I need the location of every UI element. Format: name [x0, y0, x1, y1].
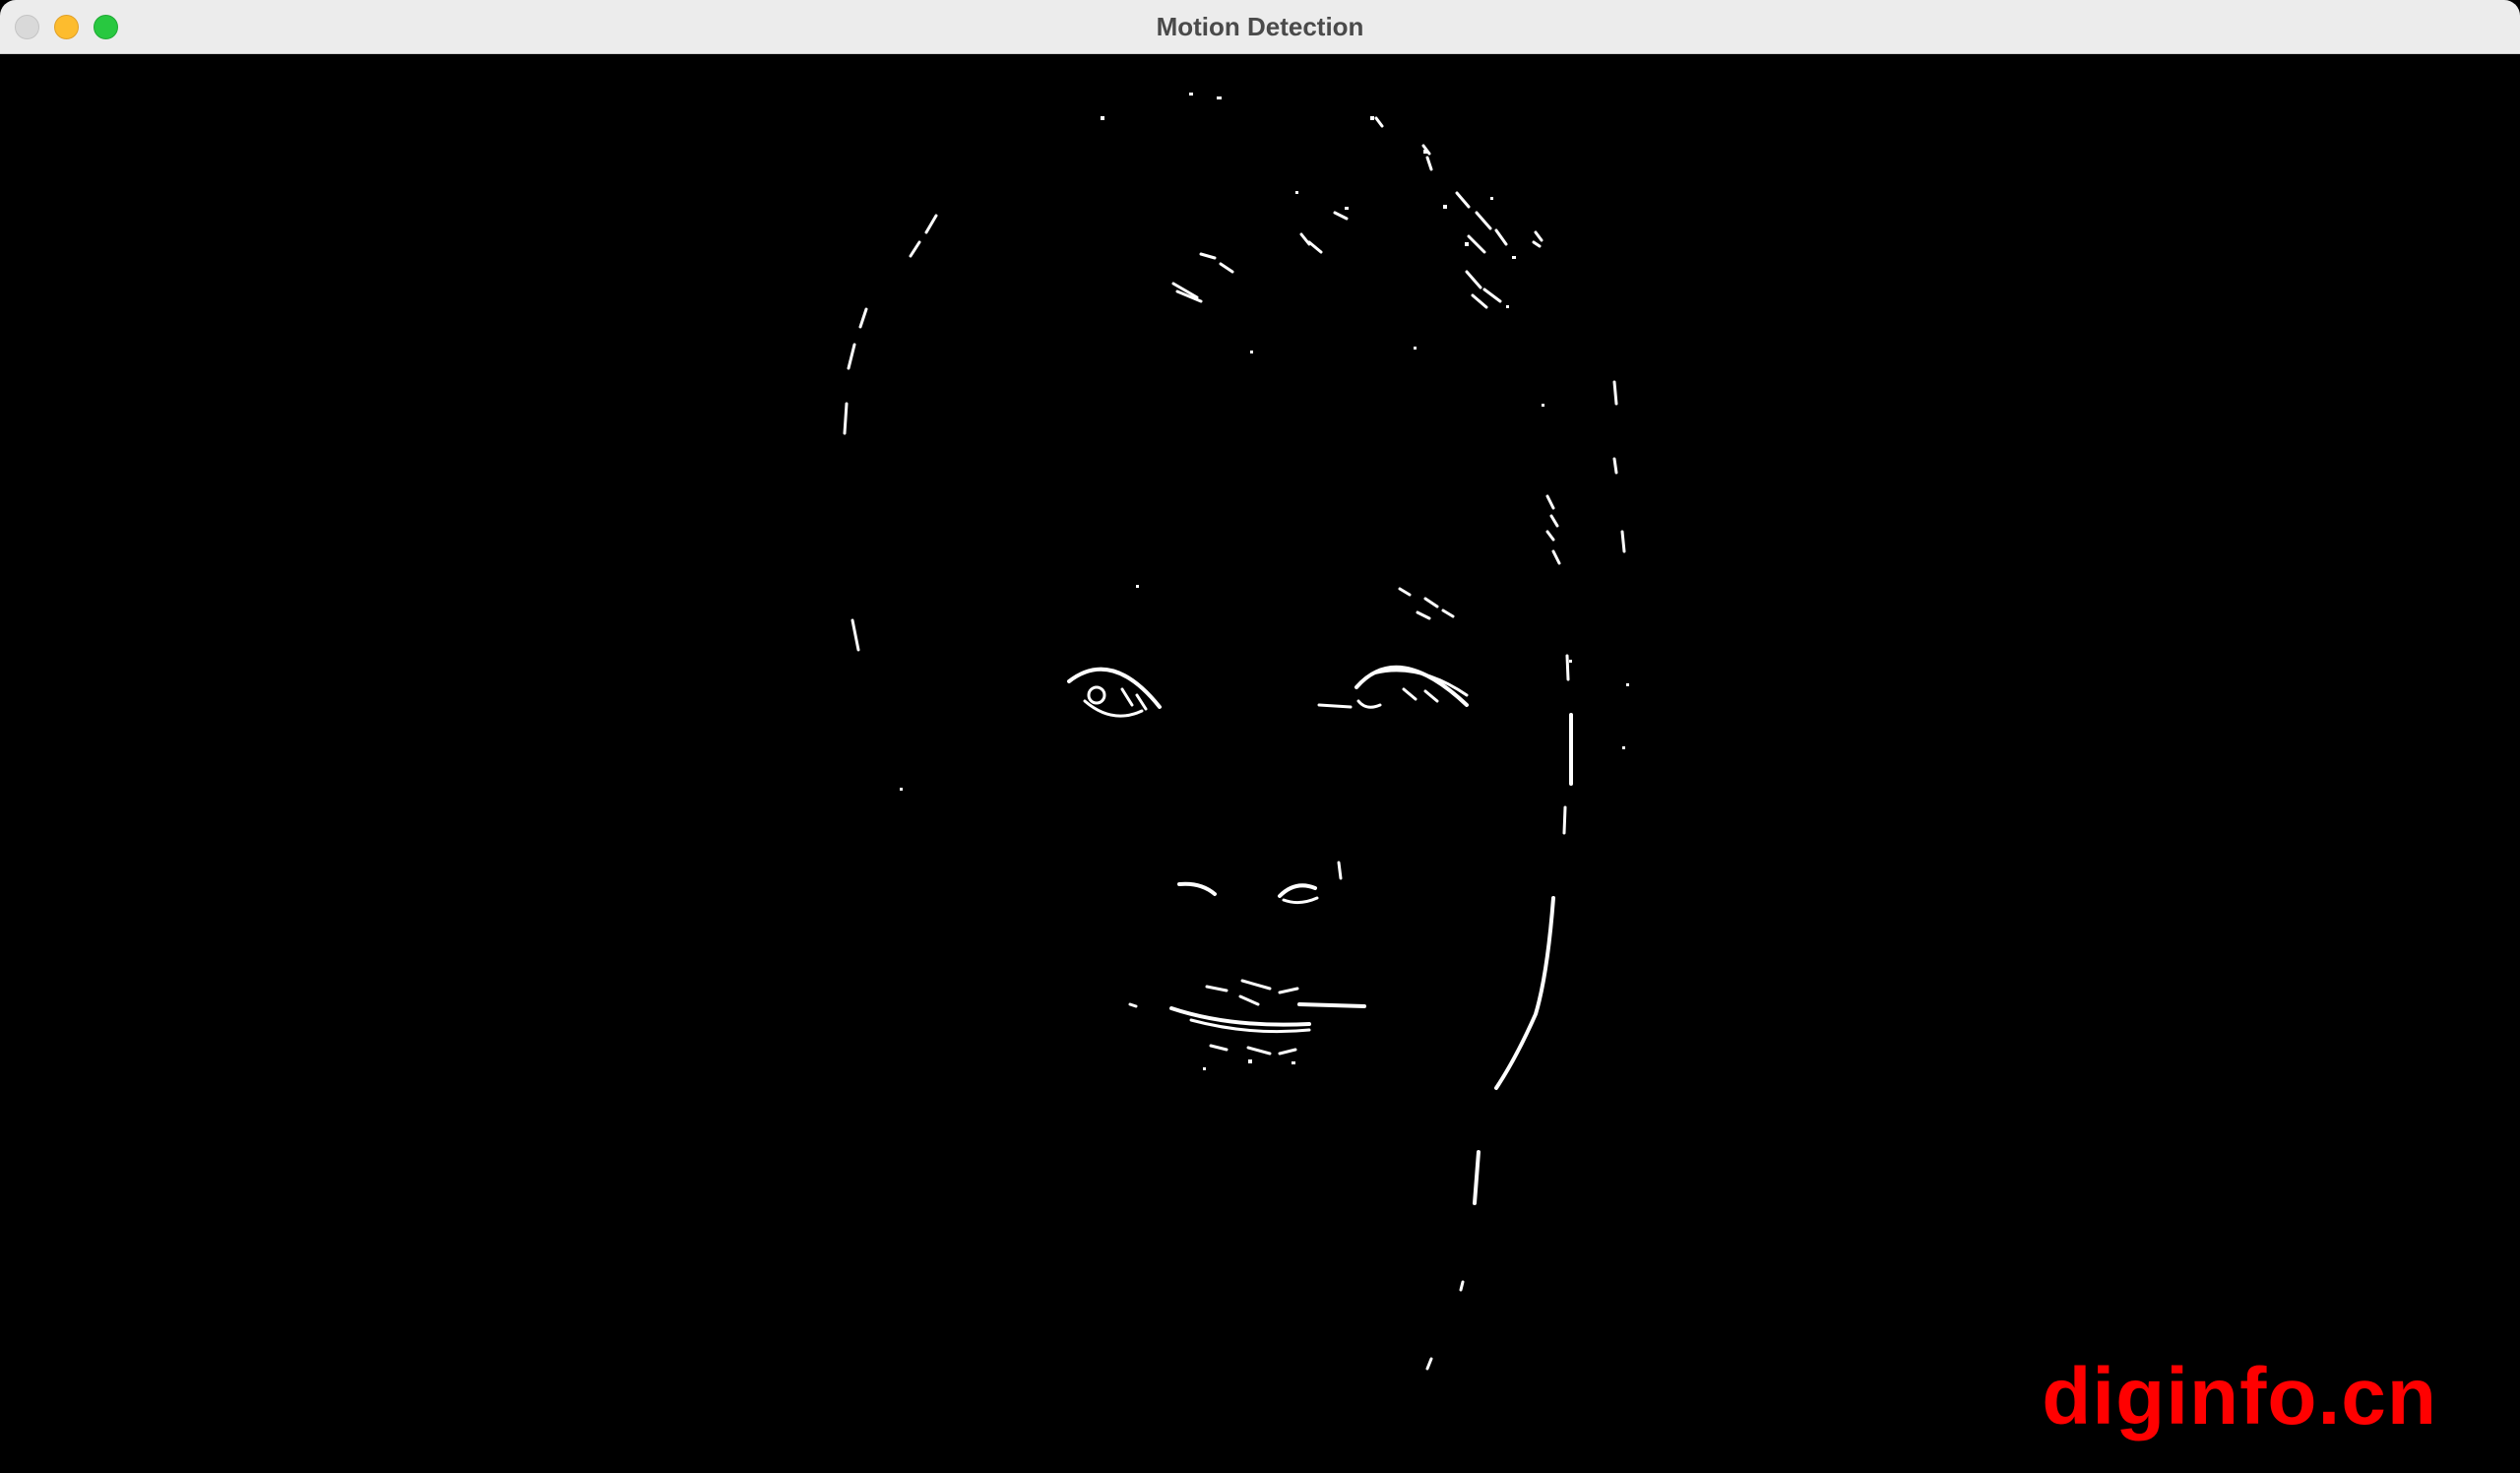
edge-dot	[1569, 660, 1572, 663]
edge-dot	[1295, 191, 1298, 194]
edge-dot	[1622, 746, 1625, 749]
edge-dot	[1345, 207, 1349, 210]
edge-stroke	[1425, 156, 1433, 171]
edge-dot	[1248, 1059, 1252, 1063]
edge-dot	[1203, 1067, 1206, 1070]
edge-dot	[1626, 683, 1629, 686]
edge-stroke	[1169, 1006, 1311, 1027]
motion-detection-frame: diginfo.cn	[0, 54, 2520, 1473]
edge-stroke	[1278, 987, 1299, 994]
edge-dot	[1414, 347, 1417, 350]
edge-stroke	[847, 343, 856, 370]
edge-stroke	[1128, 1002, 1138, 1008]
edge-stroke	[1545, 494, 1555, 510]
edge-stroke	[843, 402, 849, 435]
edge-dot	[1101, 116, 1104, 120]
edge-dot	[1443, 205, 1447, 209]
edge-stroke	[1532, 240, 1542, 248]
window-title: Motion Detection	[1156, 12, 1364, 41]
edge-stroke	[858, 307, 868, 329]
app-window: Motion Detection diginfo.cn	[0, 0, 2520, 1473]
edge-stroke	[1087, 685, 1106, 705]
edge-dot	[1423, 150, 1427, 154]
edge-stroke	[1337, 861, 1343, 880]
edge-stroke	[909, 240, 921, 258]
edge-stroke	[1333, 211, 1349, 221]
edge-stroke	[1562, 805, 1567, 835]
edge-stroke	[1219, 262, 1234, 274]
edge-dot	[1512, 256, 1516, 259]
edge-stroke	[1620, 530, 1626, 553]
edge-stroke	[1482, 288, 1502, 303]
edge-stroke	[1307, 240, 1323, 254]
edge-stroke	[1199, 252, 1217, 260]
edge-stroke	[1240, 979, 1272, 991]
edge-stroke	[1612, 380, 1618, 406]
edge-stroke	[1135, 693, 1148, 711]
edge-stroke	[1246, 1046, 1272, 1056]
edge-stroke	[1459, 1280, 1465, 1292]
edge-stroke	[1278, 1048, 1297, 1056]
edge-stroke	[1297, 1002, 1366, 1008]
edge-dot	[1189, 93, 1193, 96]
watermark-text: diginfo.cn	[2042, 1352, 2437, 1441]
edge-dot	[1292, 1061, 1295, 1064]
edge-stroke	[1612, 457, 1618, 475]
edge-stroke	[1398, 587, 1412, 597]
edge-stroke	[1565, 654, 1570, 681]
edge-dot	[1370, 116, 1374, 120]
edge-stroke	[1467, 234, 1486, 254]
edge-stroke	[1282, 896, 1319, 905]
edge-stroke	[1067, 667, 1162, 709]
edge-stroke	[1205, 985, 1228, 993]
edge-stroke	[1455, 191, 1471, 209]
edge-stroke	[924, 214, 938, 234]
edge-dot	[1136, 585, 1139, 588]
edge-stroke	[1416, 610, 1431, 620]
edge-map-image	[843, 93, 1629, 1371]
edge-stroke	[1209, 1044, 1228, 1052]
edge-stroke	[1551, 549, 1561, 565]
edge-stroke	[1402, 687, 1418, 701]
edge-stroke	[1471, 293, 1488, 309]
edge-stroke	[850, 618, 860, 652]
edge-dot	[1542, 404, 1544, 407]
edge-stroke	[1475, 211, 1492, 230]
edge-stroke	[1177, 881, 1217, 896]
edge-stroke	[1423, 597, 1439, 608]
edge-dot	[1506, 305, 1509, 308]
edge-stroke	[1423, 689, 1439, 703]
edge-stroke	[1549, 514, 1559, 528]
title-bar[interactable]: Motion Detection	[0, 0, 2520, 54]
edge-stroke	[1317, 703, 1353, 709]
edge-stroke	[1494, 228, 1508, 246]
edge-stroke	[1545, 530, 1555, 542]
edge-stroke	[1534, 230, 1544, 242]
edge-stroke	[1374, 116, 1384, 128]
edge-dot	[1465, 242, 1469, 246]
edge-dot	[1490, 197, 1493, 200]
edge-stroke	[1494, 896, 1555, 1090]
edge-stroke	[1441, 608, 1455, 618]
edge-stroke	[1465, 270, 1482, 289]
edge-dot	[1217, 96, 1222, 99]
edge-stroke	[1120, 687, 1134, 707]
edge-stroke	[1278, 883, 1317, 898]
edge-stroke	[1425, 1357, 1433, 1371]
edge-dot	[1250, 351, 1253, 353]
edge-dot	[900, 788, 903, 791]
edge-stroke	[1473, 1150, 1480, 1205]
edge-stroke	[1356, 699, 1382, 709]
edge-stroke	[1238, 994, 1260, 1006]
